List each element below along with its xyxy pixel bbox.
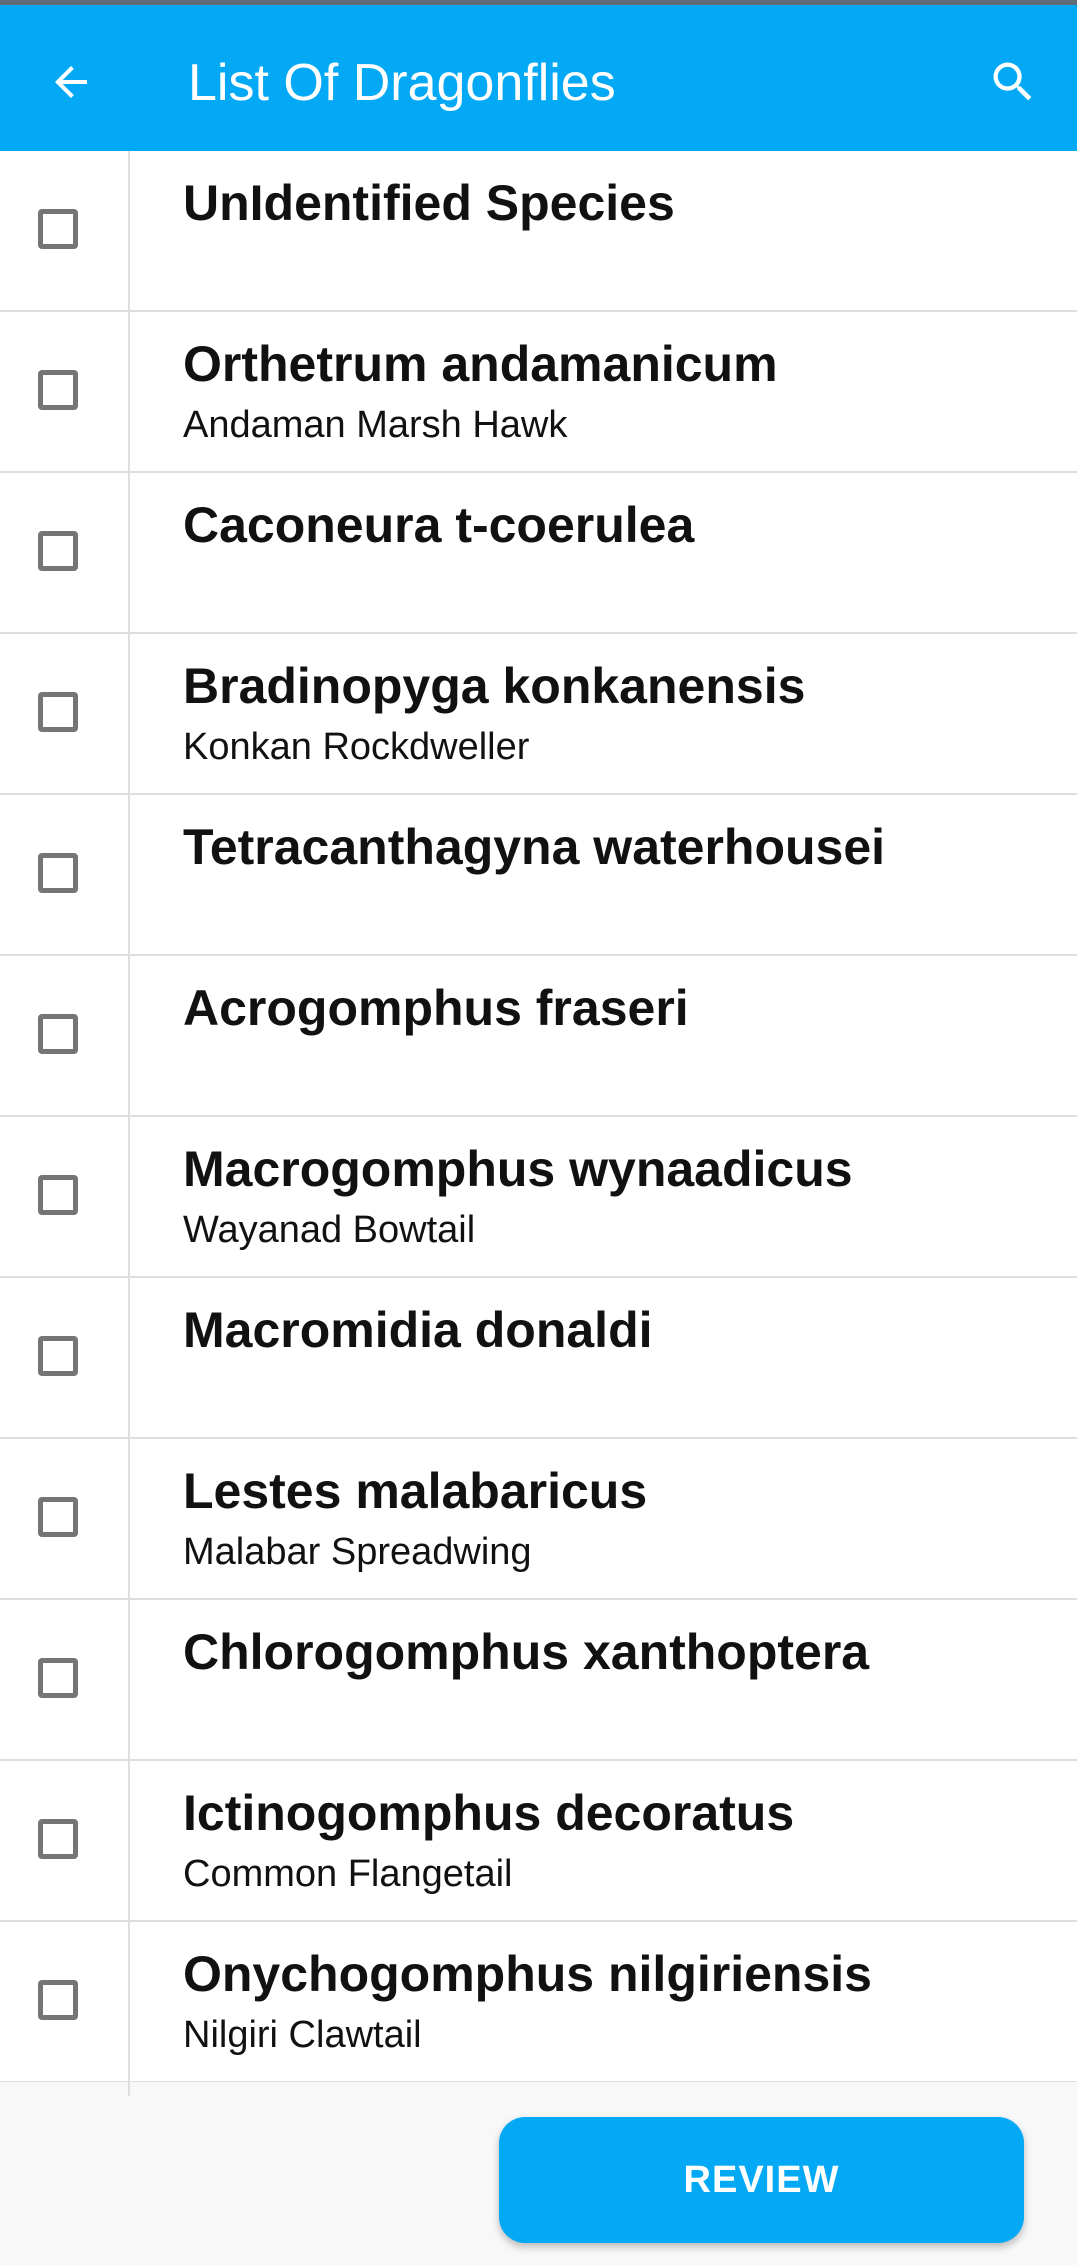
search-icon [993,62,1032,101]
scientific-name: Macrogomphus wynaadicus [183,1141,853,1197]
list-item[interactable]: Bradinopyga konkanensis Konkan Rockdwelle… [0,634,1077,795]
list-item[interactable]: Lestes malabaricus Malabar Spreadwing [0,1439,1077,1600]
list-item[interactable]: Caconeura t-coerulea [0,473,1077,634]
list-item[interactable]: Onychogomphus nilgiriensis Nilgiri Clawta… [0,1922,1077,2083]
species-checkbox[interactable] [38,1658,78,1698]
app-bar: List Of Dragonflies [0,5,1077,151]
list-item[interactable]: Tetracanthagyna waterhousei [0,795,1077,956]
checkbox-cell [0,1117,130,1276]
checkbox-cell [0,1761,130,1920]
scientific-name: Caconeura t-coerulea [183,497,695,553]
common-name: Andaman Marsh Hawk [183,404,568,446]
checkbox-cell [0,312,130,471]
checkbox-cell [0,151,130,310]
column-divider [128,2082,130,2096]
scientific-name: Tetracanthagyna waterhousei [183,819,886,875]
scientific-name: Ictinogomphus decoratus [183,1785,795,1841]
list-item[interactable]: UnIdentified Species [0,151,1077,312]
common-name: Nilgiri Clawtail [183,2014,422,2056]
scientific-name: UnIdentified Species [183,175,675,231]
common-name: Wayanad Bowtail [183,1209,476,1251]
checkbox-cell [0,956,130,1115]
checkbox-cell [0,473,130,632]
species-checkbox[interactable] [38,209,78,249]
species-checkbox[interactable] [38,370,78,410]
checkbox-cell [0,795,130,954]
species-checkbox[interactable] [38,1980,78,2020]
scientific-name: Bradinopyga konkanensis [183,658,806,714]
bottom-bar: REVIEW [0,2082,1077,2265]
species-checkbox[interactable] [38,1014,78,1054]
species-checkbox[interactable] [38,1819,78,1859]
species-checkbox[interactable] [38,531,78,571]
common-name: Malabar Spreadwing [183,1531,532,1573]
scientific-name: Chlorogomphus xanthoptera [183,1624,870,1680]
back-button[interactable] [36,47,106,117]
list-item[interactable]: Chlorogomphus xanthoptera [0,1600,1077,1761]
species-checkbox[interactable] [38,1175,78,1215]
checkbox-cell [0,1439,130,1598]
species-list[interactable]: UnIdentified Species Orthetrum andamanicu… [0,151,1077,2096]
page-title: List Of Dragonflies [188,54,616,112]
list-item[interactable]: Ictinogomphus decoratus Common Flangetail [0,1761,1077,1922]
scientific-name: Acrogomphus fraseri [183,980,689,1036]
scientific-name: Macromidia donaldi [183,1302,653,1358]
species-checkbox[interactable] [38,1336,78,1376]
scientific-name: Lestes malabaricus [183,1463,648,1519]
search-button[interactable] [978,47,1048,117]
list-item[interactable]: Macrogomphus wynaadicus Wayanad Bowtail [0,1117,1077,1278]
list-item[interactable]: Macromidia donaldi [0,1278,1077,1439]
species-checkbox[interactable] [38,853,78,893]
species-checkbox[interactable] [38,1497,78,1537]
review-button[interactable]: REVIEW [499,2117,1024,2243]
checkbox-cell [0,1600,130,1759]
checkbox-cell [0,1278,130,1437]
species-checkbox[interactable] [38,692,78,732]
common-name: Konkan Rockdweller [183,726,530,768]
checkbox-cell [0,1922,130,2081]
list-item[interactable]: Orthetrum andamanicum Andaman Marsh Hawk [0,312,1077,473]
list-item[interactable]: Acrogomphus fraseri [0,956,1077,1117]
common-name: Common Flangetail [183,1853,513,1895]
checkbox-cell [0,634,130,793]
arrow-back-icon [55,66,87,98]
scientific-name: Orthetrum andamanicum [183,336,778,392]
scientific-name: Onychogomphus nilgiriensis [183,1946,872,2002]
